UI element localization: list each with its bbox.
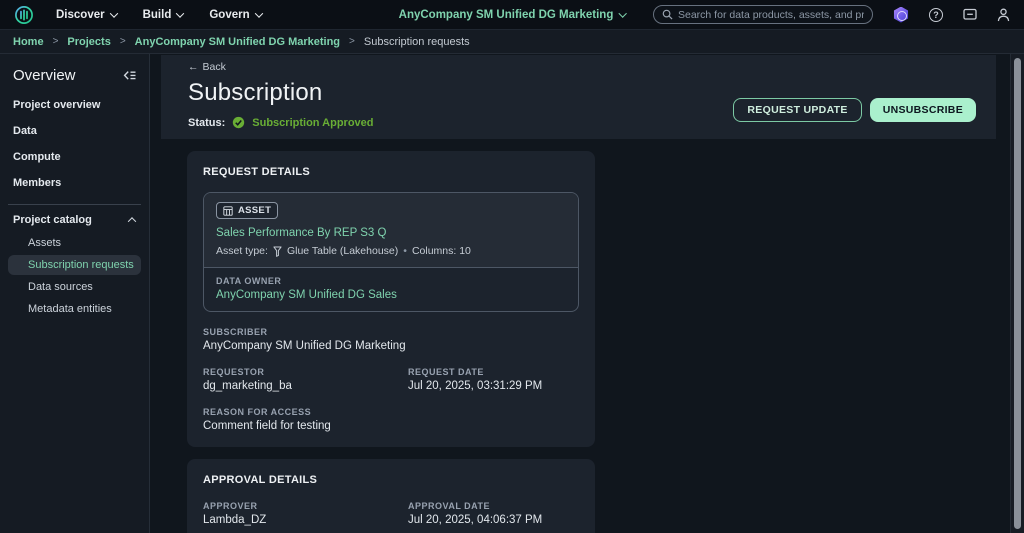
back-arrow-icon: ← [188,61,199,73]
chevron-down-icon [109,8,118,18]
subscriber-value: AnyCompany SM Unified DG Marketing [203,340,406,352]
sidebar-item-data[interactable]: Data [0,120,149,142]
page-header: ← Back Subscription Status: Subscription… [161,55,996,139]
breadcrumb-separator: > [52,36,59,47]
chevron-down-icon [176,8,185,18]
asset-name-link[interactable]: Sales Performance By REP S3 Q [216,227,566,239]
search-input[interactable] [678,8,864,21]
menu-discover[interactable]: Discover [56,8,118,21]
help-glyph: ? [933,9,939,20]
breadcrumb-home[interactable]: Home [13,36,44,48]
chevron-down-icon [618,8,627,18]
sidebar-item-data-sources[interactable]: Data sources [8,277,141,297]
breadcrumb-projects[interactable]: Projects [67,36,110,48]
unsubscribe-button[interactable]: UNSUBSCRIBE [869,98,976,122]
sidebar-section-label: Project catalog [13,214,92,226]
subscriber-label: SUBSCRIBER [203,327,268,337]
subscriber-field: SUBSCRIBER AnyCompany SM Unified DG Mark… [203,327,579,352]
breadcrumb-separator: > [119,36,126,47]
menu-discover-label: Discover [56,8,105,21]
reason-for-access-label: REASON FOR ACCESS [203,407,312,417]
top-nav: Discover Build Govern AnyCompany SM Unif… [0,0,1024,30]
sidebar-item-members[interactable]: Members [0,172,149,194]
approval-date-value: Jul 20, 2025, 04:06:37 PM [408,514,543,526]
requestor-label: REQUESTOR [203,367,265,377]
approval-details-card: APPROVAL DETAILS APPROVER Lambda_DZ APPR… [187,459,595,533]
approver-field: APPROVER Lambda_DZ [203,501,408,526]
requestor-value: dg_marketing_ba [203,380,292,392]
reason-for-access-value: Comment field for testing [203,420,331,432]
sidebar-section-project-catalog[interactable]: Project catalog [0,209,149,231]
request-date-label: REQUEST DATE [408,367,484,377]
sidebar-item-project-overview[interactable]: Project overview [0,94,149,116]
asset-badge-label: ASSET [238,205,272,216]
vertical-scrollbar [1010,54,1024,533]
approver-label: APPROVER [203,501,258,511]
back-link[interactable]: ← Back [188,61,226,73]
approval-details-heading: APPROVAL DETAILS [203,474,318,486]
sidebar-item-subscription-requests[interactable]: Subscription requests [8,255,141,275]
request-date-field: REQUEST DATE Jul 20, 2025, 03:31:29 PM [408,367,579,392]
menu-govern-label: Govern [209,8,250,21]
asset-columns: Columns: 10 [411,245,471,257]
breadcrumb-current: Subscription requests [363,35,470,48]
breadcrumb-project-name[interactable]: AnyCompany SM Unified DG Marketing [135,36,340,48]
table-icon [223,205,233,216]
request-date-value: Jul 20, 2025, 03:31:29 PM [408,380,543,392]
request-details-heading: REQUEST DETAILS [203,166,310,178]
main-content: ← Back Subscription Status: Subscription… [150,54,1024,533]
sidebar-item-metadata-entities[interactable]: Metadata entities [8,299,141,319]
requestor-field: REQUESTOR dg_marketing_ba [203,367,408,392]
glue-table-icon [273,246,282,257]
scrollbar-thumb[interactable] [1014,58,1021,529]
topnav-right-group: ? [653,5,1010,24]
asset-type-badge: ASSET [216,202,279,219]
chevron-up-icon [127,217,137,226]
bullet-separator: • [403,245,407,257]
sidebar-title: Overview [13,67,76,84]
status-badge: Subscription Approved [252,116,374,129]
sidebar: Overview Project overview Data Compute M… [0,54,150,533]
project-selector-label: AnyCompany SM Unified DG Marketing [398,8,614,21]
approver-value: Lambda_DZ [203,514,267,526]
data-owner-link[interactable]: AnyCompany SM Unified DG Sales [216,289,566,301]
menu-govern[interactable]: Govern [209,8,263,21]
request-details-card: REQUEST DETAILS ASSET Sales Performance … [187,151,595,447]
asset-type-value: Glue Table (Lakehouse) [286,245,399,257]
feedback-icon[interactable] [963,8,977,21]
global-search[interactable] [653,5,873,24]
menu-build-label: Build [142,8,172,21]
status-approved-icon [232,116,245,129]
user-profile-icon[interactable] [997,8,1010,22]
sidebar-collapse-icon[interactable] [122,69,137,82]
status-label: Status: [188,116,226,129]
back-label: Back [202,61,226,73]
approval-date-field: APPROVAL DATE Jul 20, 2025, 04:06:37 PM [408,501,579,526]
sidebar-item-compute[interactable]: Compute [0,146,149,168]
data-owner-label: DATA OWNER [216,276,282,286]
asset-box: ASSET Sales Performance By REP S3 Q Asse… [203,192,579,312]
help-icon[interactable]: ? [929,7,943,22]
chevron-down-icon [254,8,263,18]
amazon-q-icon[interactable] [893,6,909,23]
approval-date-label: APPROVAL DATE [408,501,491,511]
asset-type-row: Asset type: Glue Table (Lakehouse) • Col… [216,245,566,257]
breadcrumb-separator: > [349,36,355,47]
request-update-button[interactable]: REQUEST UPDATE [733,98,862,122]
app-logo-icon[interactable] [14,5,34,25]
menu-build[interactable]: Build [142,8,185,21]
search-icon [662,9,673,20]
sidebar-item-assets[interactable]: Assets [8,233,141,253]
breadcrumb: Home > Projects > AnyCompany SM Unified … [0,30,1024,54]
asset-type-label: Asset type: [216,245,268,257]
sidebar-divider [8,204,141,205]
project-selector[interactable]: AnyCompany SM Unified DG Marketing [398,8,627,21]
reason-for-access-field: REASON FOR ACCESS Comment field for test… [203,407,579,432]
